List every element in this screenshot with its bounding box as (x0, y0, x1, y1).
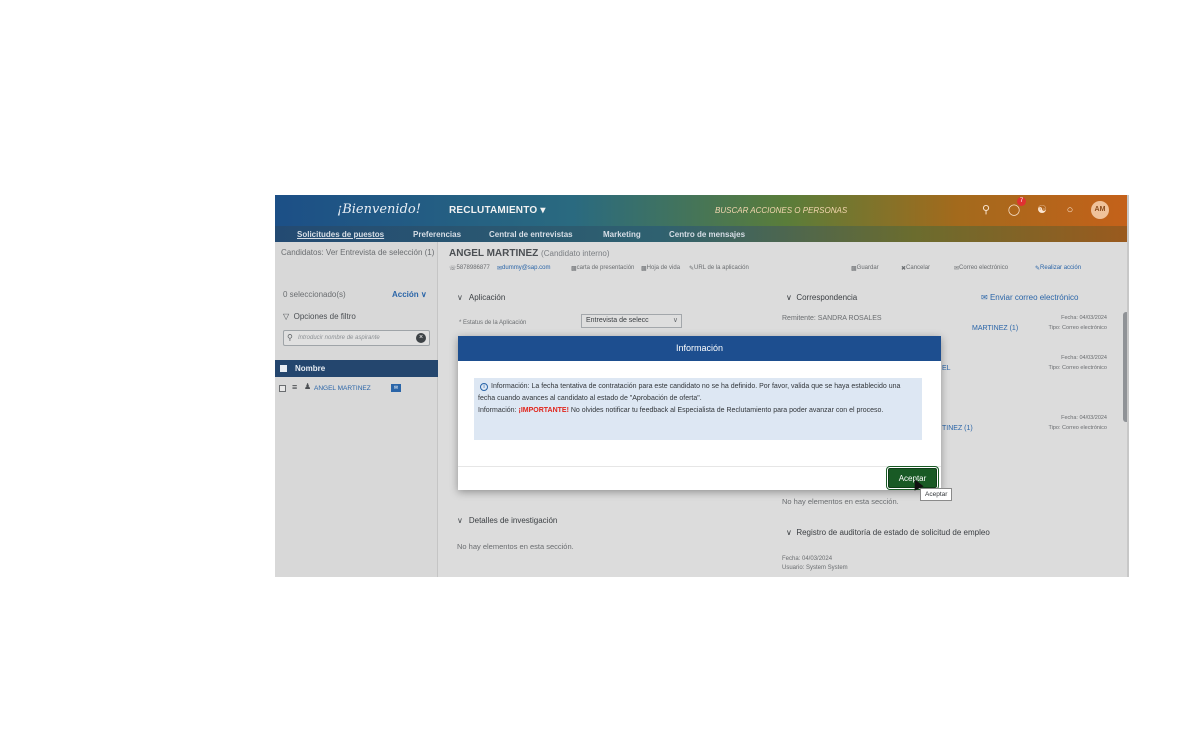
dialog-title: Información (458, 336, 941, 361)
message-line-1: Información: La fecha tentativa de contr… (478, 383, 901, 402)
accept-tooltip: Aceptar (920, 488, 953, 501)
message-line-2: No olvides notificar tu feedback al Espe… (570, 407, 884, 414)
message-prefix: Información: (478, 407, 517, 414)
info-icon: i (480, 383, 488, 391)
important-label: ¡IMPORTANTE! (518, 407, 569, 414)
dialog-footer-divider (458, 466, 941, 467)
information-dialog: Información i Información: La fecha tenta… (458, 336, 941, 490)
info-message: i Información: La fecha tentativa de cont… (474, 378, 922, 440)
recruiting-app-window: ¡Bienvenido! RECLUTAMIENTO ▾ BUSCAR ACCI… (275, 195, 1129, 577)
